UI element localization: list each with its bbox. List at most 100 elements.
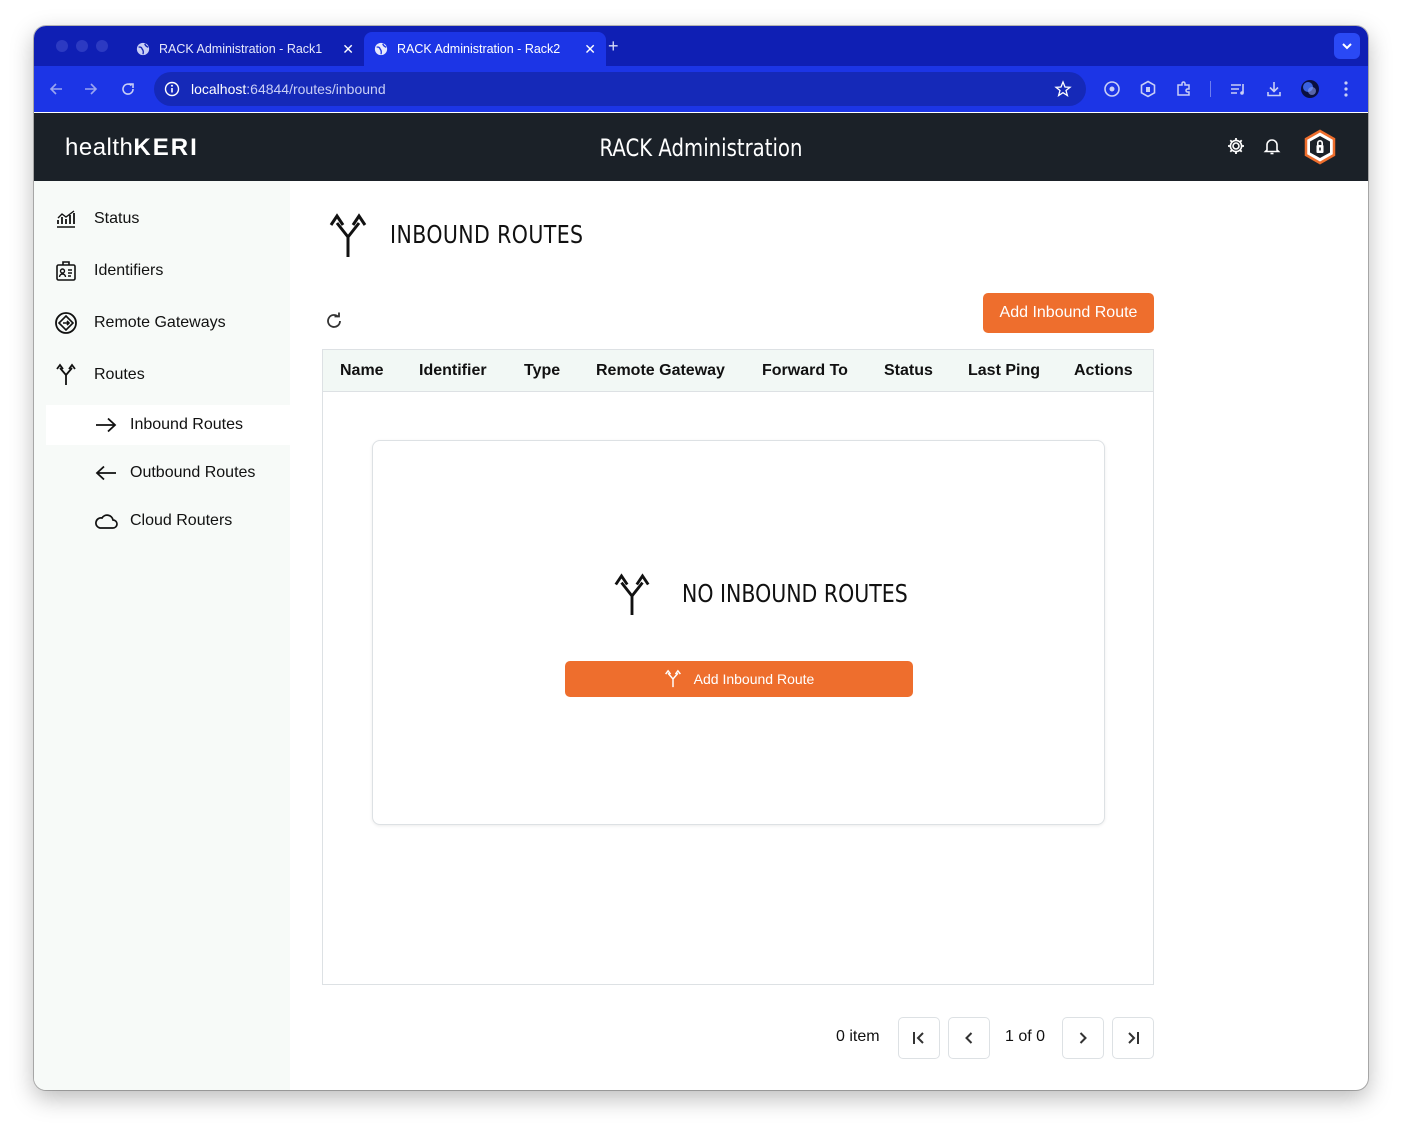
puzzle-icon xyxy=(1177,81,1190,96)
arrow-right-icon xyxy=(85,83,98,95)
column-header-forward-to[interactable]: Forward To xyxy=(762,362,848,380)
sidebar-item-label: Status xyxy=(94,210,140,227)
tab-title: RACK Administration - Rack1 xyxy=(159,42,323,56)
routes-table: Name Identifier Type Remote Gateway Forw… xyxy=(322,349,1154,985)
profile-avatar-icon xyxy=(1301,80,1319,98)
sidebar-item-label: Identifiers xyxy=(94,262,164,279)
forward-button[interactable] xyxy=(81,79,101,99)
first-page-icon xyxy=(913,1032,924,1044)
column-header-last-ping[interactable]: Last Ping xyxy=(968,362,1040,380)
bell-icon xyxy=(1263,139,1281,155)
sidebar-item-label: Routes xyxy=(94,366,145,383)
column-header-remote-gateway[interactable]: Remote Gateway xyxy=(596,362,725,380)
browser-tab-rack1[interactable]: RACK Administration - Rack1 ✕ xyxy=(126,32,364,66)
last-page-button[interactable] xyxy=(1112,1017,1154,1059)
tab-strip: RACK Administration - Rack1 ✕ RACK Admin… xyxy=(34,26,1368,66)
chevron-right-icon xyxy=(1079,1032,1087,1044)
user-avatar-button[interactable] xyxy=(1302,129,1338,165)
media-list-icon xyxy=(1231,84,1244,95)
arrow-left-icon xyxy=(49,83,62,95)
routes-icon xyxy=(664,669,681,688)
app-title: RACK Administration xyxy=(599,134,803,162)
chart-icon xyxy=(54,207,78,231)
sidebar: Status Identifiers Remote Gateways Route… xyxy=(34,181,290,1090)
sidebar-item-routes[interactable]: Routes xyxy=(34,353,290,397)
chevron-left-icon xyxy=(965,1032,973,1044)
minimize-window-button[interactable] xyxy=(76,40,88,52)
close-tab-icon[interactable]: ✕ xyxy=(342,41,354,58)
back-button[interactable] xyxy=(46,79,66,99)
more-vertical-icon xyxy=(1344,81,1348,97)
reload-icon xyxy=(122,83,134,95)
column-header-actions[interactable]: Actions xyxy=(1074,362,1133,380)
address-bar[interactable]: localhost:64844/routes/inbound xyxy=(154,72,1086,106)
empty-add-inbound-route-button[interactable]: Add Inbound Route xyxy=(565,661,913,697)
browser-menu-button[interactable] xyxy=(1336,79,1356,99)
tab-title: RACK Administration - Rack2 xyxy=(397,42,561,56)
sidebar-item-label: Remote Gateways xyxy=(94,314,226,331)
notifications-button[interactable] xyxy=(1261,135,1283,157)
tab-search-button[interactable] xyxy=(1334,33,1360,59)
download-icon xyxy=(1267,82,1281,97)
cloud-icon xyxy=(94,509,118,533)
site-info-icon[interactable] xyxy=(164,81,180,97)
column-header-name[interactable]: Name xyxy=(340,362,384,380)
column-header-identifier[interactable]: Identifier xyxy=(419,362,487,380)
previous-page-button[interactable] xyxy=(948,1017,990,1059)
url-path: :64844/routes/inbound xyxy=(246,81,386,97)
browser-window: RACK Administration - Rack1 ✕ RACK Admin… xyxy=(34,26,1368,1090)
hexagon-lock-icon xyxy=(1140,80,1156,98)
column-header-type[interactable]: Type xyxy=(524,362,560,380)
profile-button[interactable] xyxy=(1300,79,1320,99)
hexagon-lock-avatar-icon xyxy=(1304,129,1336,165)
sidebar-item-label: Outbound Routes xyxy=(130,464,256,481)
sidebar-item-inbound-routes[interactable]: Inbound Routes xyxy=(46,405,290,445)
routes-icon xyxy=(329,213,367,257)
sidebar-item-identifiers[interactable]: Identifiers xyxy=(34,249,290,293)
sidebar-item-label: Inbound Routes xyxy=(130,416,243,433)
bookmark-star-icon[interactable] xyxy=(1054,80,1072,98)
first-page-button[interactable] xyxy=(898,1017,940,1059)
refresh-icon[interactable] xyxy=(324,311,344,331)
extensions-button[interactable] xyxy=(1174,79,1194,99)
close-tab-icon[interactable]: ✕ xyxy=(584,41,596,58)
gateway-icon xyxy=(54,311,78,335)
reload-button[interactable] xyxy=(118,79,138,99)
new-tab-icon[interactable]: + xyxy=(608,36,619,57)
routes-icon xyxy=(54,363,78,387)
id-card-icon xyxy=(54,259,78,283)
browser-toolbar: localhost:64844/routes/inbound xyxy=(34,66,1368,112)
key-shield-icon xyxy=(1104,81,1120,97)
last-page-icon xyxy=(1128,1032,1139,1044)
empty-state-title: NO INBOUND ROUTES xyxy=(682,579,908,608)
sidebar-item-label: Cloud Routers xyxy=(130,512,233,529)
item-count: 0 item xyxy=(836,1028,880,1045)
arrow-left-icon xyxy=(94,461,118,485)
add-inbound-route-button[interactable]: Add Inbound Route xyxy=(983,293,1154,333)
sidebar-item-cloud-routers[interactable]: Cloud Routers xyxy=(46,501,290,541)
zoom-window-button[interactable] xyxy=(96,40,108,52)
extension-keri-button[interactable] xyxy=(1102,79,1122,99)
app-header: healthKERI RACK Administration xyxy=(34,113,1368,181)
sidebar-item-remote-gateways[interactable]: Remote Gateways xyxy=(34,301,290,345)
chevron-down-icon xyxy=(1342,43,1352,50)
empty-add-button-label: Add Inbound Route xyxy=(693,671,815,687)
empty-state-card: NO INBOUND ROUTES Add Inbound Route xyxy=(372,440,1105,825)
toolbar-divider xyxy=(1210,81,1211,97)
column-header-status[interactable]: Status xyxy=(884,362,933,380)
next-page-button[interactable] xyxy=(1062,1017,1104,1059)
logo-text-health: health xyxy=(65,134,134,161)
sidebar-item-status[interactable]: Status xyxy=(34,197,290,241)
settings-button[interactable] xyxy=(1225,135,1247,157)
sidebar-item-outbound-routes[interactable]: Outbound Routes xyxy=(46,453,290,493)
extension-hex-button[interactable] xyxy=(1138,79,1158,99)
reading-list-button[interactable] xyxy=(1228,79,1248,99)
page-indicator: 1 of 0 xyxy=(1005,1028,1046,1045)
close-window-button[interactable] xyxy=(56,40,68,52)
table-header: Name Identifier Type Remote Gateway Forw… xyxy=(323,350,1153,392)
gear-icon xyxy=(1228,138,1244,154)
routes-icon xyxy=(614,573,650,616)
downloads-button[interactable] xyxy=(1264,79,1284,99)
browser-tab-rack2[interactable]: RACK Administration - Rack2 ✕ xyxy=(364,32,606,66)
page-title: INBOUND ROUTES xyxy=(390,220,584,249)
